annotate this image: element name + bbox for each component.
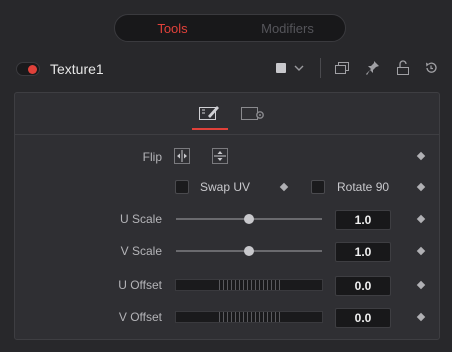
flip-horizontal-button[interactable] [174, 148, 190, 164]
flip-label: Flip [142, 150, 162, 164]
tab-tools[interactable]: Tools [115, 15, 230, 41]
lock-icon[interactable] [396, 60, 410, 76]
v-scale-field[interactable]: 1.0 [335, 242, 391, 262]
u-scale-field[interactable]: 1.0 [335, 210, 391, 230]
v-scale-slider-knob[interactable] [244, 246, 254, 256]
swap-uv-checkbox[interactable] [175, 180, 189, 194]
panel-tab-switch: Tools Modifiers [114, 14, 346, 42]
reset-icon[interactable] [424, 61, 438, 75]
common-settings-icon[interactable] [240, 103, 266, 123]
flip-vertical-button[interactable] [212, 148, 228, 164]
v-offset-field[interactable]: 0.0 [335, 308, 391, 328]
header-divider [320, 58, 321, 78]
active-subtab-underline [192, 128, 228, 130]
rotate-90-label: Rotate 90 [337, 180, 390, 194]
chevron-down-icon[interactable] [294, 64, 304, 72]
v-scale-label: V Scale [120, 244, 162, 258]
node-name: Texture1 [50, 61, 104, 77]
v-offset-label: V Offset [118, 310, 162, 324]
rotate-90-checkbox[interactable] [311, 180, 325, 194]
v-offset-thumbwheel[interactable] [175, 311, 323, 323]
edit-settings-icon[interactable] [198, 103, 222, 123]
node-enable-toggle[interactable] [16, 62, 40, 76]
tab-modifiers[interactable]: Modifiers [230, 15, 345, 41]
versions-icon[interactable] [334, 61, 350, 75]
u-offset-thumbwheel[interactable] [175, 279, 323, 291]
flip-vertical-icon [214, 151, 226, 161]
swap-uv-label: Swap UV [200, 180, 251, 194]
u-scale-label: U Scale [119, 212, 162, 226]
u-offset-field[interactable]: 0.0 [335, 276, 391, 296]
pin-icon[interactable] [366, 60, 380, 76]
flip-horizontal-icon [177, 150, 187, 162]
toggle-indicator [28, 65, 37, 74]
u-scale-slider-knob[interactable] [244, 214, 254, 224]
u-offset-label: U Offset [118, 278, 162, 292]
color-swatch-icon[interactable] [276, 63, 286, 73]
